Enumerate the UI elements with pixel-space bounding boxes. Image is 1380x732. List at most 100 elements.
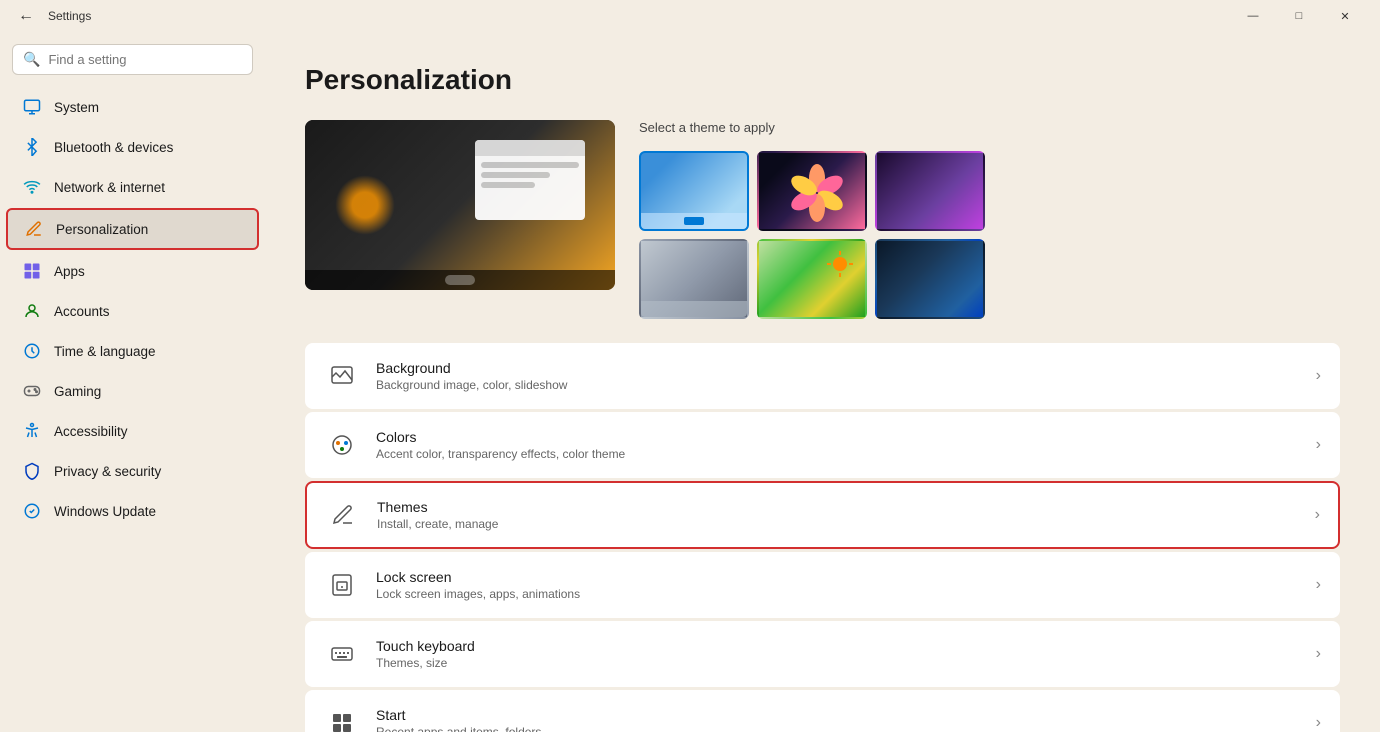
search-icon: 🔍 <box>23 51 40 68</box>
window-controls: — □ ✕ <box>1230 0 1368 32</box>
preview-lines <box>475 156 585 194</box>
colors-desc: Accent color, transparency effects, colo… <box>376 447 1300 461</box>
app-title: Settings <box>48 9 91 23</box>
sidebar-item-personalization[interactable]: Personalization <box>6 208 259 250</box>
search-input[interactable] <box>48 52 242 67</box>
bluetooth-icon <box>22 137 42 157</box>
settings-item-themes[interactable]: Themes Install, create, manage › <box>305 481 1340 549</box>
start-desc: Recent apps and items, folders <box>376 725 1300 732</box>
lock-screen-icon <box>324 567 360 603</box>
preview-line-1 <box>481 162 579 168</box>
title-bar: ← Settings — □ ✕ <box>0 0 1380 32</box>
network-icon <box>22 177 42 197</box>
sidebar-item-label-gaming: Gaming <box>54 384 101 399</box>
colors-title: Colors <box>376 429 1300 445</box>
sidebar-item-accounts[interactable]: Accounts <box>6 292 259 330</box>
sidebar-item-gaming[interactable]: Gaming <box>6 372 259 410</box>
thumb-flower <box>787 163 837 213</box>
update-icon <box>22 501 42 521</box>
lock-screen-text: Lock screen Lock screen images, apps, an… <box>376 569 1300 601</box>
background-title: Background <box>376 360 1300 376</box>
settings-item-touch-keyboard[interactable]: Touch keyboard Themes, size › <box>305 621 1340 687</box>
title-bar-left: ← Settings <box>12 2 91 30</box>
touch-keyboard-text: Touch keyboard Themes, size <box>376 638 1300 670</box>
close-button[interactable]: ✕ <box>1322 0 1368 32</box>
lock-screen-desc: Lock screen images, apps, animations <box>376 587 1300 601</box>
gaming-icon <box>22 381 42 401</box>
theme-thumb-win11[interactable] <box>639 151 749 231</box>
thumb-btn-1 <box>684 217 704 225</box>
back-button[interactable]: ← <box>12 2 40 30</box>
accounts-icon <box>22 301 42 321</box>
preview-taskbar <box>305 270 615 290</box>
sidebar-item-time[interactable]: Time & language <box>6 332 259 370</box>
sidebar-item-network[interactable]: Network & internet <box>6 168 259 206</box>
sidebar-item-label-network: Network & internet <box>54 180 165 195</box>
theme-thumb-glow[interactable] <box>875 151 985 231</box>
app-body: 🔍 System Bluetooth & devices Network & i… <box>0 32 1380 732</box>
themes-desc: Install, create, manage <box>377 517 1299 531</box>
start-text: Start Recent apps and items, folders <box>376 707 1300 732</box>
page-title: Personalization <box>305 64 1340 96</box>
sidebar-item-label-apps: Apps <box>54 264 85 279</box>
settings-list: Background Background image, color, slid… <box>305 343 1340 732</box>
main-content: Personalization <box>265 32 1380 732</box>
personalization-icon <box>24 219 44 239</box>
sidebar-item-label-windows-update: Windows Update <box>54 504 156 519</box>
background-chevron: › <box>1316 367 1321 385</box>
time-icon <box>22 341 42 361</box>
touch-keyboard-chevron: › <box>1316 645 1321 663</box>
settings-item-background[interactable]: Background Background image, color, slid… <box>305 343 1340 409</box>
themes-text: Themes Install, create, manage <box>377 499 1299 531</box>
sidebar-item-label-system: System <box>54 100 99 115</box>
lock-screen-chevron: › <box>1316 576 1321 594</box>
colors-chevron: › <box>1316 436 1321 454</box>
sidebar-item-label-bluetooth: Bluetooth & devices <box>54 140 173 155</box>
sidebar-item-system[interactable]: System <box>6 88 259 126</box>
themes-top: Select a theme to apply <box>305 120 1340 319</box>
settings-item-start[interactable]: Start Recent apps and items, folders › <box>305 690 1340 732</box>
start-icon <box>324 705 360 732</box>
search-box[interactable]: 🔍 <box>12 44 253 75</box>
sidebar-item-label-personalization: Personalization <box>56 222 148 237</box>
theme-grid-container: Select a theme to apply <box>639 120 985 319</box>
theme-thumb-capture[interactable] <box>639 239 749 319</box>
theme-preview <box>305 120 615 290</box>
background-icon <box>324 358 360 394</box>
sidebar-item-label-accounts: Accounts <box>54 304 110 319</box>
theme-grid <box>639 151 985 319</box>
sidebar: 🔍 System Bluetooth & devices Network & i… <box>0 32 265 732</box>
theme-thumb-beach[interactable] <box>757 239 867 319</box>
start-chevron: › <box>1316 714 1321 732</box>
theme-thumb-night[interactable] <box>875 239 985 319</box>
sidebar-item-windows-update[interactable]: Windows Update <box>6 492 259 530</box>
touch-keyboard-desc: Themes, size <box>376 656 1300 670</box>
themes-icon <box>325 497 361 533</box>
touch-keyboard-icon <box>324 636 360 672</box>
preview-line-2 <box>481 172 550 178</box>
settings-item-colors[interactable]: Colors Accent color, transparency effect… <box>305 412 1340 478</box>
privacy-icon <box>22 461 42 481</box>
preview-window <box>475 140 585 220</box>
system-icon <box>22 97 42 117</box>
preview-swirl <box>335 175 395 235</box>
sidebar-item-apps[interactable]: Apps <box>6 252 259 290</box>
settings-item-lock-screen[interactable]: Lock screen Lock screen images, apps, an… <box>305 552 1340 618</box>
preview-line-3 <box>481 182 535 188</box>
start-title: Start <box>376 707 1300 723</box>
sidebar-item-label-time: Time & language <box>54 344 156 359</box>
touch-keyboard-title: Touch keyboard <box>376 638 1300 654</box>
accessibility-icon <box>22 421 42 441</box>
thumb-taskbar-1 <box>641 213 747 229</box>
preview-window-bar <box>475 140 585 156</box>
minimize-button[interactable]: — <box>1230 0 1276 32</box>
sidebar-item-privacy[interactable]: Privacy & security <box>6 452 259 490</box>
themes-chevron: › <box>1315 506 1320 524</box>
theme-thumb-floral[interactable] <box>757 151 867 231</box>
themes-title: Themes <box>377 499 1299 515</box>
background-text: Background Background image, color, slid… <box>376 360 1300 392</box>
maximize-button[interactable]: □ <box>1276 0 1322 32</box>
sidebar-item-bluetooth[interactable]: Bluetooth & devices <box>6 128 259 166</box>
sidebar-item-label-accessibility: Accessibility <box>54 424 128 439</box>
sidebar-item-accessibility[interactable]: Accessibility <box>6 412 259 450</box>
